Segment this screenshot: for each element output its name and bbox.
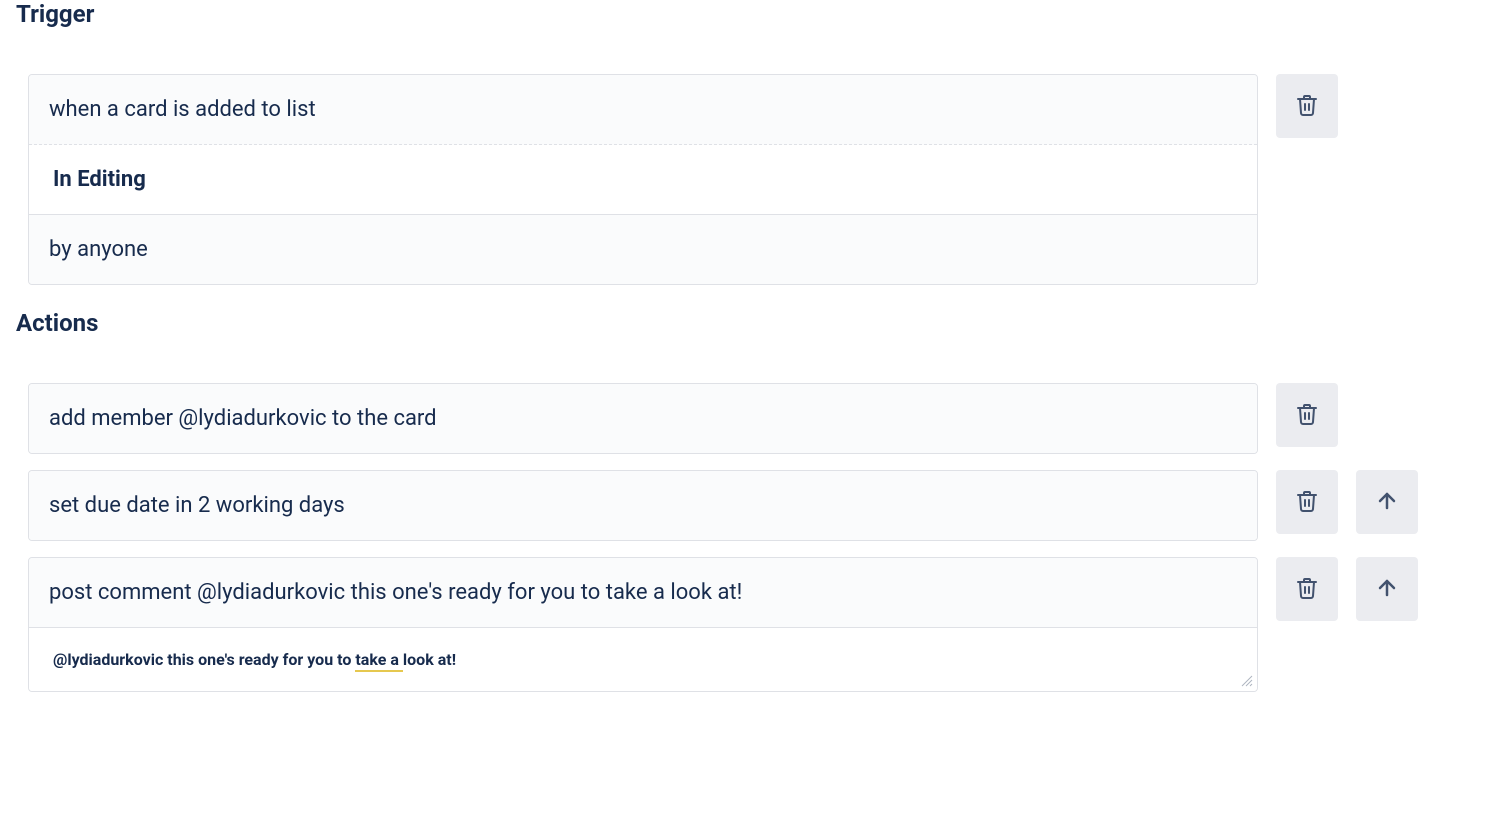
trash-icon [1295, 93, 1319, 120]
trigger-section-title: Trigger [16, 0, 1494, 28]
automation-builder: Trigger when a card is added to list In … [0, 0, 1502, 748]
delete-action-button[interactable] [1276, 557, 1338, 621]
trigger-controls [1276, 74, 1338, 138]
trash-icon [1295, 489, 1319, 516]
arrow-up-icon [1375, 576, 1399, 603]
delete-action-button[interactable] [1276, 470, 1338, 534]
move-up-action-button[interactable] [1356, 470, 1418, 534]
resize-handle-icon[interactable] [1241, 675, 1253, 687]
action-controls [1276, 470, 1418, 534]
action-text: set due date in 2 working days [29, 471, 1257, 540]
trigger-list-name[interactable]: In Editing [29, 145, 1257, 215]
comment-textarea[interactable]: @lydiadurkovic this one's ready for you … [29, 628, 1257, 691]
action-controls [1276, 557, 1418, 621]
action-controls [1276, 383, 1338, 447]
actions-section-title: Actions [16, 309, 1494, 337]
move-up-action-button[interactable] [1356, 557, 1418, 621]
arrow-up-icon [1375, 489, 1399, 516]
trash-icon [1295, 576, 1319, 603]
action-block[interactable]: post comment @lydiadurkovic this one's r… [28, 557, 1258, 692]
action-row: add member @lydiadurkovic to the card [28, 383, 1494, 454]
action-text: post comment @lydiadurkovic this one's r… [29, 558, 1257, 628]
trigger-block[interactable]: when a card is added to list In Editing … [28, 74, 1258, 285]
comment-text-underlined: take a [355, 650, 403, 672]
action-text: add member @lydiadurkovic to the card [29, 384, 1257, 453]
action-row: post comment @lydiadurkovic this one's r… [28, 557, 1494, 692]
trash-icon [1295, 402, 1319, 429]
comment-text-prefix: @lydiadurkovic this one's ready for you … [53, 650, 355, 669]
comment-text-suffix: look at! [403, 650, 456, 669]
action-row: set due date in 2 working days [28, 470, 1494, 541]
trigger-row: when a card is added to list In Editing … [28, 74, 1494, 285]
action-block[interactable]: set due date in 2 working days [28, 470, 1258, 541]
delete-action-button[interactable] [1276, 383, 1338, 447]
action-block[interactable]: add member @lydiadurkovic to the card [28, 383, 1258, 454]
trigger-by-whom[interactable]: by anyone [29, 215, 1257, 284]
trigger-condition-text: when a card is added to list [29, 75, 1257, 145]
delete-trigger-button[interactable] [1276, 74, 1338, 138]
